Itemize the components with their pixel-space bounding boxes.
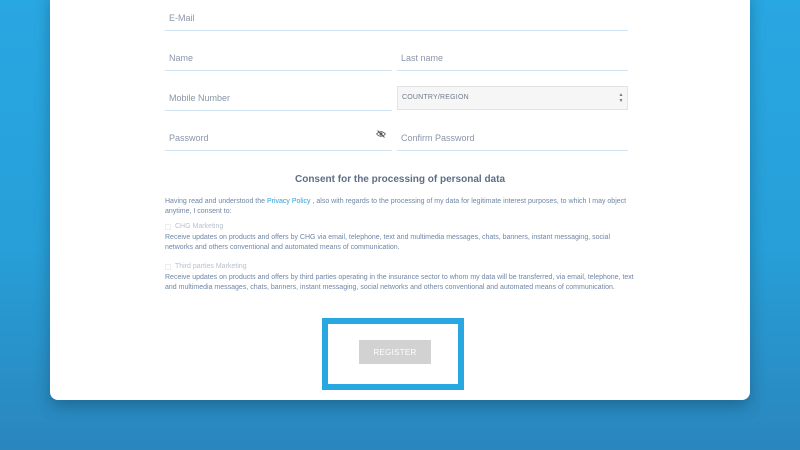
mobile-number-field-label: Mobile Number <box>169 93 231 103</box>
consent-intro-before: Having read and understood the <box>165 198 267 205</box>
select-arrows-icon: ▲ ▼ <box>618 92 624 104</box>
email-field-label: E-Mail <box>169 13 195 23</box>
email-field[interactable]: E-Mail <box>165 0 628 31</box>
third-parties-marketing-checkbox[interactable] <box>165 264 171 270</box>
third-parties-marketing-title: Third parties Marketing <box>175 263 247 270</box>
register-highlight-frame: REGISTER <box>322 318 464 390</box>
consent-intro: Having read and understood the Privacy P… <box>165 197 635 216</box>
confirm-password-field-label: Confirm Password <box>401 133 475 143</box>
eye-slash-icon[interactable] <box>376 130 386 138</box>
last-name-field[interactable]: Last name <box>397 40 628 71</box>
password-field-label: Password <box>169 133 209 143</box>
mobile-number-field[interactable]: Mobile Number <box>165 80 392 111</box>
chg-marketing-text: Receive updates on products and offers b… <box>165 234 610 251</box>
confirm-password-field[interactable]: Confirm Password <box>397 120 628 151</box>
privacy-policy-link[interactable]: Privacy Policy <box>267 198 311 205</box>
country-region-select-value: COUNTRY/REGION <box>402 94 469 101</box>
last-name-field-label: Last name <box>401 53 444 63</box>
register-button[interactable]: REGISTER <box>359 340 431 364</box>
password-field[interactable]: Password <box>165 120 392 151</box>
name-field-label: Name <box>169 53 194 63</box>
country-region-select[interactable]: COUNTRY/REGION ▲ ▼ <box>397 86 628 110</box>
chg-marketing-title: CHG Marketing <box>175 223 224 230</box>
consent-title: Consent for the processing of personal d… <box>294 174 506 185</box>
chg-marketing-checkbox[interactable] <box>165 224 171 230</box>
registration-card: E-Mail Name Last name Mobile Number COUN… <box>50 0 750 400</box>
name-field[interactable]: Name <box>165 40 392 71</box>
third-parties-marketing-text: Receive updates on products and offers b… <box>165 274 634 291</box>
